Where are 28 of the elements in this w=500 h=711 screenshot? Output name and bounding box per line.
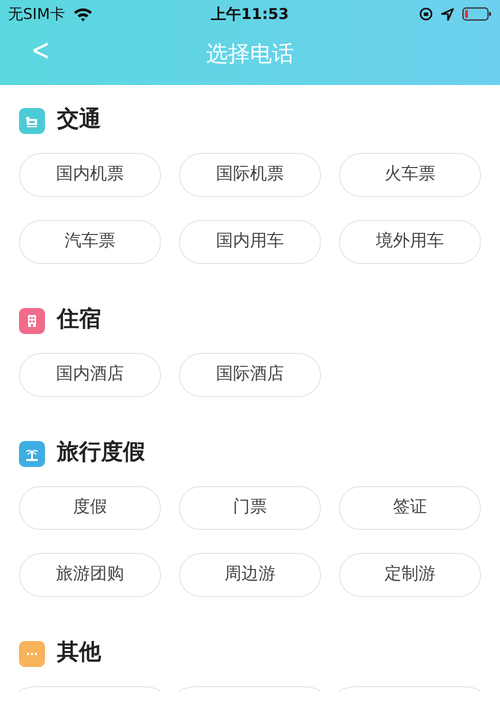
option-button[interactable]: 国际机票 xyxy=(179,153,321,197)
section-title: 旅行度假 xyxy=(57,440,145,467)
rotation-lock-icon xyxy=(419,7,433,21)
option-button[interactable]: 火车票 xyxy=(339,153,481,197)
section-title: 其他 xyxy=(57,640,101,667)
clock-text: 上午11:53 xyxy=(211,4,289,25)
option-button[interactable]: 国内机票 xyxy=(19,153,161,197)
section-title: 住宿 xyxy=(57,307,101,334)
location-arrow-icon xyxy=(441,8,454,20)
option-button[interactable]: 签证 xyxy=(339,486,481,530)
option-button[interactable]: 境外用车 xyxy=(339,220,481,264)
wifi-icon xyxy=(72,6,93,22)
option-button[interactable]: 国内用车 xyxy=(179,220,321,264)
option-button[interactable]: 门票 xyxy=(179,486,321,530)
option-button[interactable]: 定制游 xyxy=(339,553,481,597)
option-button[interactable] xyxy=(179,686,321,692)
page-title: 选择电话 xyxy=(206,40,294,68)
option-button[interactable]: 国际酒店 xyxy=(179,353,321,397)
section-title: 交通 xyxy=(57,107,101,134)
option-button[interactable]: 周边游 xyxy=(179,553,321,597)
option-button[interactable]: 旅游团购 xyxy=(19,553,161,597)
carrier-text: 无SIM卡 xyxy=(8,4,65,25)
option-button[interactable]: 汽车票 xyxy=(19,220,161,264)
option-button[interactable] xyxy=(339,686,481,692)
battery-icon xyxy=(462,7,492,21)
option-button[interactable] xyxy=(19,686,161,692)
option-button[interactable]: 度假 xyxy=(19,486,161,530)
option-button[interactable]: 国内酒店 xyxy=(19,353,161,397)
